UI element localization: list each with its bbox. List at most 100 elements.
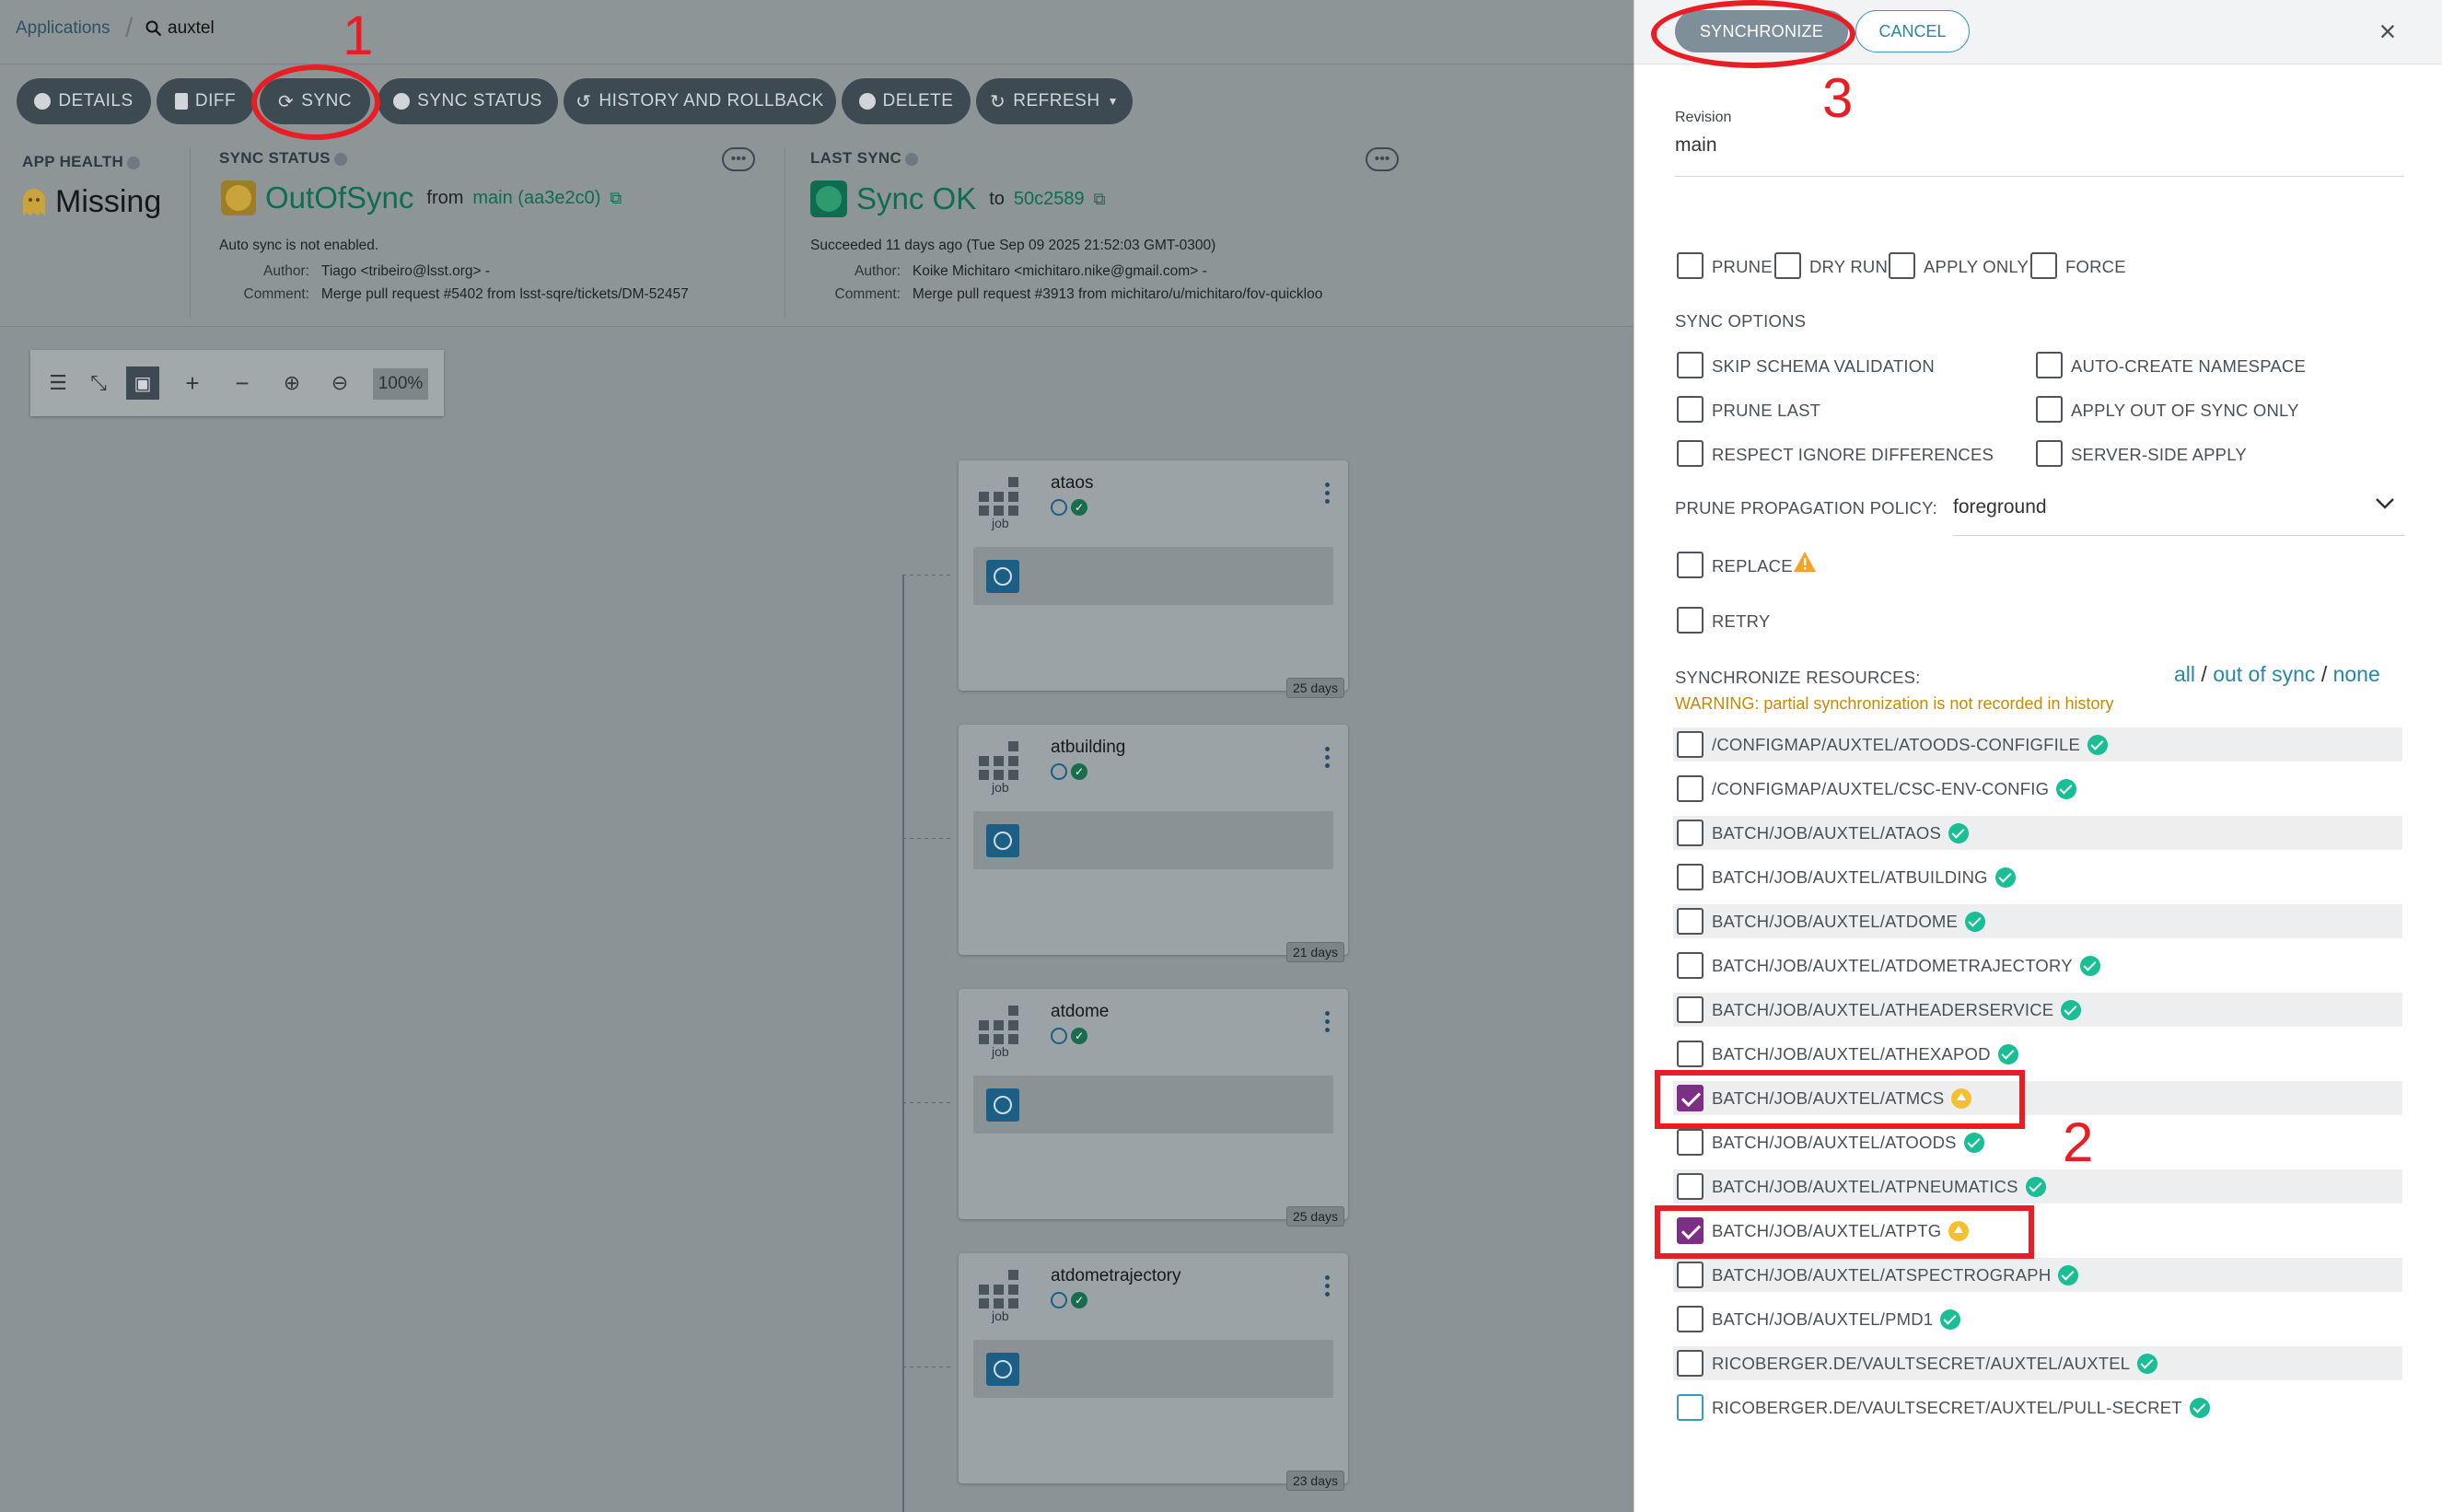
resource-checkbox[interactable] [1677,1394,1704,1421]
last-sync-more-button[interactable]: ••• [1366,147,1399,171]
resource-checkbox[interactable] [1677,864,1704,890]
last-sync-value: Sync OK to 50c2589 ⧉ [810,180,1106,217]
resource-checkbox[interactable] [1677,1173,1704,1200]
resource-node[interactable]: job ataos ✓ 25 days [959,460,1348,698]
select-out-of-sync-link[interactable]: out of sync [2213,662,2315,686]
resource-checkbox[interactable] [1677,1129,1704,1156]
resource-checkbox[interactable] [1677,775,1704,802]
force-checkbox[interactable] [2030,252,2057,279]
align-left-icon[interactable]: ☰ [41,366,75,400]
respect-ignore-checkbox[interactable] [1677,440,1704,467]
delete-label: DELETE [882,91,954,110]
breadcrumb-app[interactable]: auxtel [145,18,215,39]
external-link-icon[interactable]: ⧉ [1094,190,1106,209]
zoom-out-icon[interactable]: ⊖ [323,366,356,400]
resource-row[interactable]: BATCH/JOB/AUXTEL/PMD1 [1673,1302,2402,1336]
prune-checkbox[interactable] [1677,252,1704,279]
revision-input[interactable]: main [1675,134,2404,177]
node-menu-icon[interactable] [1325,1275,1331,1299]
server-side-label: SERVER-SIDE APPLY [2071,445,2247,464]
expand-icon[interactable]: + [176,366,209,400]
delete-button[interactable]: DELETE [842,78,971,124]
apply-only-checkbox[interactable] [1889,252,1915,279]
from-revision-link[interactable]: main (aa3e2c0) [472,188,600,209]
diff-button[interactable]: DIFF [157,78,254,124]
force-label: FORCE [2065,257,2126,276]
resource-checkbox[interactable] [1677,996,1704,1023]
resource-row[interactable]: BATCH/JOB/AUXTEL/ATAOS [1673,816,2402,850]
prune-last-checkbox[interactable] [1677,396,1704,423]
resource-node[interactable]: job atdometrajectory ✓ 23 days [959,1253,1348,1491]
prune-last-label: PRUNE LAST [1712,401,1821,420]
refresh-button[interactable]: ↻ REFRESH ▼ [976,78,1133,124]
resource-checkbox[interactable] [1677,1262,1704,1288]
sync-status-more-button[interactable]: ••• [722,147,755,171]
resource-checkbox[interactable] [1677,731,1704,758]
resource-row[interactable]: BATCH/JOB/AUXTEL/ATDOMETRAJECTORY [1673,948,2402,983]
separator: / [2320,662,2328,686]
replace-checkbox[interactable] [1677,552,1704,578]
breadcrumb-separator: / [125,13,134,43]
pod-group[interactable] [973,1076,1333,1134]
file-icon [174,93,188,110]
app-details-page: Applications / auxtel DETAILS DIFF ⟳ SYNC… [0,0,1634,1512]
close-icon[interactable]: × [2371,15,2404,48]
compact-icon[interactable]: ⤡ [82,366,115,400]
node-menu-icon[interactable] [1325,1011,1331,1035]
fit-screen-icon[interactable]: ▣ [126,366,159,400]
resource-row[interactable]: BATCH/JOB/AUXTEL/ATOODS [1673,1125,2402,1159]
resource-checkbox[interactable] [1677,1350,1704,1377]
resource-row[interactable]: BATCH/JOB/AUXTEL/ATBUILDING [1673,860,2402,894]
resource-row[interactable]: BATCH/JOB/AUXTEL/ATSPECTROGRAPH [1673,1258,2402,1292]
breadcrumb-applications[interactable]: Applications [16,18,110,39]
auto-create-ns-checkbox[interactable] [2036,352,2063,378]
external-link-icon[interactable]: ⧉ [610,189,622,208]
prune-propagation-select[interactable]: foreground [1953,486,2404,536]
zoom-in-icon[interactable]: ⊕ [275,366,308,400]
annotation-circle-sync [251,64,380,140]
resource-row[interactable]: RICOBERGER.DE/VAULTSECRET/AUXTEL/AUXTEL [1673,1346,2402,1380]
resource-checkbox[interactable] [1677,952,1704,979]
node-menu-icon[interactable] [1325,483,1331,506]
job-icon [979,741,1021,780]
resource-row[interactable]: /CONFIGMAP/AUXTEL/ATOODS-CONFIGFILE [1673,727,2402,762]
pod-group[interactable] [973,811,1333,869]
resource-checkbox[interactable] [1677,1306,1704,1332]
pod-group[interactable] [973,1340,1333,1398]
to-revision-link[interactable]: 50c2589 [1014,189,1085,210]
resource-label: BATCH/JOB/AUXTEL/ATSPECTROGRAPH [1712,1265,2079,1285]
server-side-checkbox[interactable] [2036,440,2063,467]
app-name: auxtel [168,18,215,38]
resource-row[interactable]: BATCH/JOB/AUXTEL/ATDOME [1673,904,2402,938]
select-none-link[interactable]: none [2333,662,2380,686]
select-all-link[interactable]: all [2174,662,2195,686]
node-menu-icon[interactable] [1325,747,1331,771]
apply-oos-only-checkbox[interactable] [2036,396,2063,423]
resource-row[interactable]: BATCH/JOB/AUXTEL/ATHEADERSERVICE [1673,993,2402,1027]
resource-row[interactable]: BATCH/JOB/AUXTEL/ATPNEUMATICS [1673,1169,2402,1204]
resource-row[interactable]: BATCH/JOB/AUXTEL/ATHEXAPOD [1673,1037,2402,1071]
details-button[interactable]: DETAILS [17,78,151,124]
health-value: Missing [55,184,162,219]
history-rollback-button[interactable]: ↺ HISTORY AND ROLLBACK [564,78,836,124]
resource-checkbox[interactable] [1677,908,1704,935]
sync-status-button[interactable]: SYNC STATUS [378,78,558,124]
cancel-button[interactable]: CANCEL [1855,10,1970,52]
last-sync-time: Succeeded 11 days ago (Tue Sep 09 2025 2… [810,238,1216,253]
resource-node[interactable]: job atdome ✓ 25 days [959,989,1348,1227]
collapse-icon[interactable]: − [226,366,259,400]
resource-row[interactable]: RICOBERGER.DE/VAULTSECRET/AUXTEL/PULL-SE… [1673,1390,2402,1425]
dry-run-checkbox[interactable] [1774,252,1801,279]
retry-checkbox[interactable] [1677,607,1704,634]
resource-checkbox[interactable] [1677,1041,1704,1067]
resource-row[interactable]: /CONFIGMAP/AUXTEL/CSC-ENV-CONFIG [1673,772,2402,806]
resource-node[interactable]: job atbuilding ✓ 21 days [959,725,1348,962]
node-name: atdometrajectory [1051,1266,1181,1285]
resource-tree-canvas[interactable]: ☰ ⤡ ▣ + − ⊕ ⊖ 100% job ataos ✓ 25 days j… [0,328,1634,1512]
resource-checkbox[interactable] [1677,820,1704,846]
pod-group[interactable] [973,547,1333,605]
resource-name: BATCH/JOB/AUXTEL/ATPNEUMATICS [1712,1177,2018,1196]
resource-label: BATCH/JOB/AUXTEL/ATHEXAPOD [1712,1044,2018,1064]
synced-check-icon [2058,1265,2079,1285]
skip-schema-checkbox[interactable] [1677,352,1704,378]
